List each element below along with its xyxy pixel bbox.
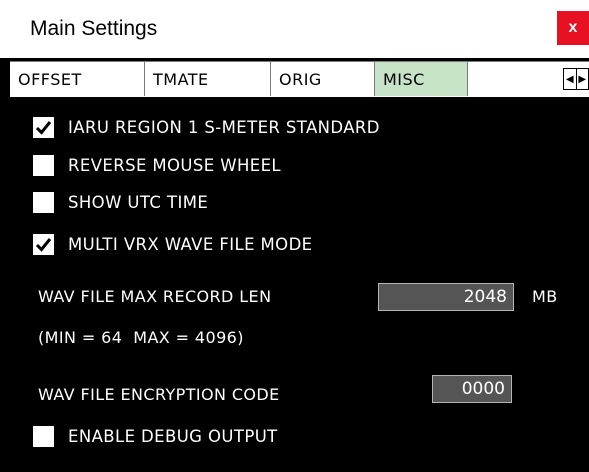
scroll-left-icon[interactable]: ◀ bbox=[564, 69, 576, 89]
enable-debug-output-label: ENABLE DEBUG OUTPUT bbox=[68, 426, 278, 446]
reverse-mouse-wheel-label: REVERSE MOUSE WHEEL bbox=[68, 155, 282, 175]
multi-vrx-wave-checkbox[interactable] bbox=[33, 233, 54, 255]
title-bar: Main Settings x bbox=[0, 0, 589, 58]
tab-misc[interactable]: MISC bbox=[375, 62, 468, 96]
reverse-mouse-wheel-checkbox[interactable] bbox=[33, 154, 54, 176]
checkmark-icon bbox=[35, 120, 52, 135]
checkmark-icon bbox=[35, 237, 52, 252]
show-utc-time-checkbox[interactable] bbox=[33, 191, 54, 213]
window-title: Main Settings bbox=[30, 17, 158, 40]
option-iaru-s-meter[interactable]: IARU REGION 1 S-METER STANDARD bbox=[33, 115, 380, 139]
show-utc-time-label: SHOW UTC TIME bbox=[68, 192, 209, 212]
wav-max-range-note: (MIN = 64 MAX = 4096) bbox=[38, 328, 244, 347]
tab-offset[interactable]: OFFSET bbox=[10, 62, 145, 96]
tab-bar: OFFSET TMATE ORIG MISC ◀ ▶ bbox=[10, 61, 589, 97]
close-button[interactable]: x bbox=[557, 11, 589, 45]
multi-vrx-wave-label: MULTI VRX WAVE FILE MODE bbox=[68, 234, 313, 254]
tab-orig[interactable]: ORIG bbox=[271, 62, 375, 96]
option-multi-vrx-wave[interactable]: MULTI VRX WAVE FILE MODE bbox=[33, 232, 313, 256]
iaru-s-meter-checkbox[interactable] bbox=[33, 116, 54, 138]
wav-max-input[interactable]: 2048 bbox=[378, 283, 514, 311]
wav-max-unit: MB bbox=[532, 287, 558, 306]
encryption-code-input[interactable]: 0000 bbox=[432, 375, 512, 403]
settings-panel: OFFSET TMATE ORIG MISC ◀ ▶ IARU REGION 1… bbox=[0, 58, 589, 472]
option-enable-debug-output[interactable]: ENABLE DEBUG OUTPUT bbox=[33, 424, 278, 448]
scroll-right-icon[interactable]: ▶ bbox=[575, 69, 589, 89]
enable-debug-output-checkbox[interactable] bbox=[33, 425, 54, 447]
tab-scroll-buttons: ◀ ▶ bbox=[563, 68, 589, 90]
option-reverse-mouse-wheel[interactable]: REVERSE MOUSE WHEEL bbox=[33, 153, 281, 177]
tab-tmate[interactable]: TMATE bbox=[145, 62, 271, 96]
wav-max-label: WAV FILE MAX RECORD LEN bbox=[38, 287, 272, 306]
option-show-utc-time[interactable]: SHOW UTC TIME bbox=[33, 190, 208, 214]
iaru-s-meter-label: IARU REGION 1 S-METER STANDARD bbox=[68, 117, 380, 137]
encryption-code-label: WAV FILE ENCRYPTION CODE bbox=[38, 385, 280, 404]
